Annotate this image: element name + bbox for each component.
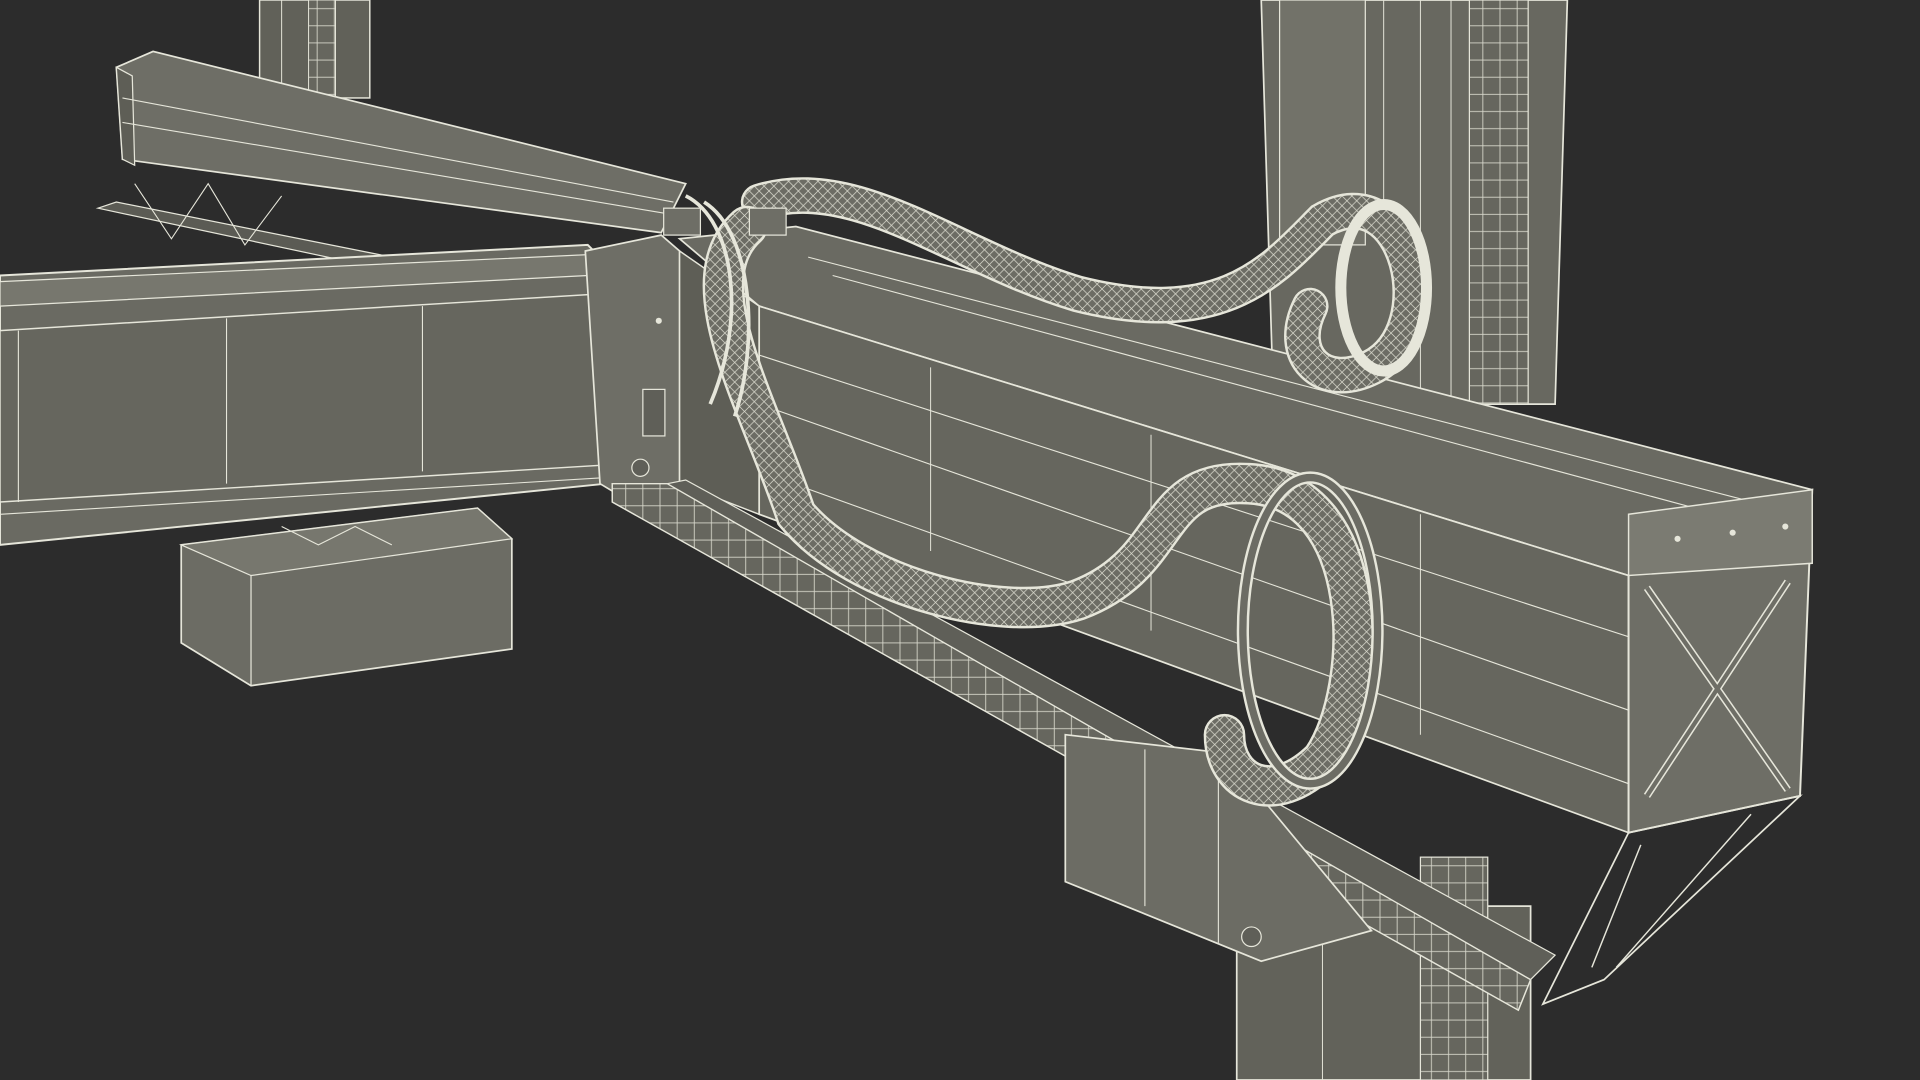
gantry-wireframe-render bbox=[0, 0, 1814, 1080]
render-viewport bbox=[0, 0, 1920, 1080]
motor-box-left bbox=[178, 507, 514, 687]
left-cross-beam bbox=[0, 243, 608, 546]
